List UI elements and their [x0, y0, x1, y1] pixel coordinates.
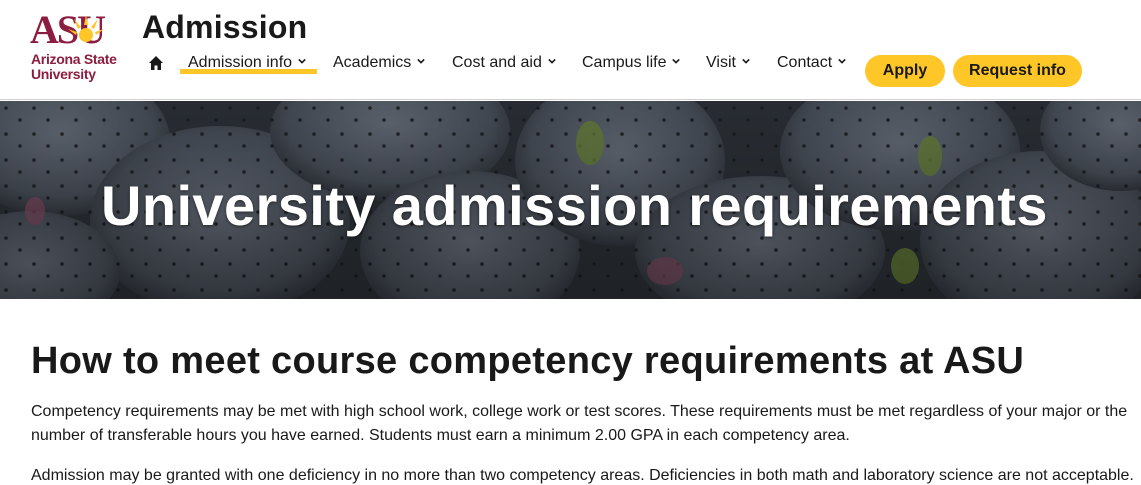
- nav-item-label: Contact: [777, 54, 833, 71]
- logo-line-1: Arizona State: [31, 51, 117, 67]
- nav-item-campus-life[interactable]: Campus life: [582, 52, 681, 76]
- hero-title: University admission requirements: [101, 174, 1048, 237]
- chevron-down-icon: [417, 58, 426, 64]
- active-indicator: [180, 69, 317, 74]
- site-title[interactable]: Admission: [142, 9, 307, 46]
- nav-item-label: Academics: [333, 54, 412, 71]
- chevron-down-icon: [838, 58, 846, 64]
- nav-item-label: Cost and aid: [452, 54, 542, 71]
- nav-item-academics[interactable]: Academics: [333, 52, 426, 76]
- hero-banner: University admission requirements: [0, 101, 1141, 299]
- chevron-down-icon: [548, 58, 556, 64]
- paragraph-deficiency: Admission may be granted with one defici…: [31, 467, 1134, 484]
- logo-wordmark: Arizona State University: [31, 52, 117, 82]
- nav-item-label: Campus life: [582, 54, 667, 71]
- chevron-down-icon: [742, 58, 750, 64]
- sunburst-icon: [68, 15, 104, 42]
- apply-button[interactable]: Apply: [865, 55, 945, 87]
- logo-line-2: University: [31, 66, 96, 82]
- nav-item-label: Visit: [706, 54, 736, 71]
- section-heading: How to meet course competency requiremen…: [31, 340, 1025, 382]
- nav-item-contact[interactable]: Contact: [777, 52, 846, 76]
- request-info-button[interactable]: Request info: [953, 55, 1082, 87]
- paragraph-competency: Competency requirements may be met with …: [31, 403, 1128, 444]
- chevron-down-icon: [298, 58, 306, 64]
- home-icon[interactable]: [148, 55, 164, 71]
- asu-logo[interactable]: ASU Arizona State University: [30, 10, 130, 90]
- global-header: ASU Arizona State University Admission A…: [0, 0, 1141, 100]
- nav-item-visit[interactable]: Visit: [706, 52, 750, 76]
- chevron-down-icon: [672, 58, 681, 64]
- nav-item-cost-and-aid[interactable]: Cost and aid: [452, 52, 556, 76]
